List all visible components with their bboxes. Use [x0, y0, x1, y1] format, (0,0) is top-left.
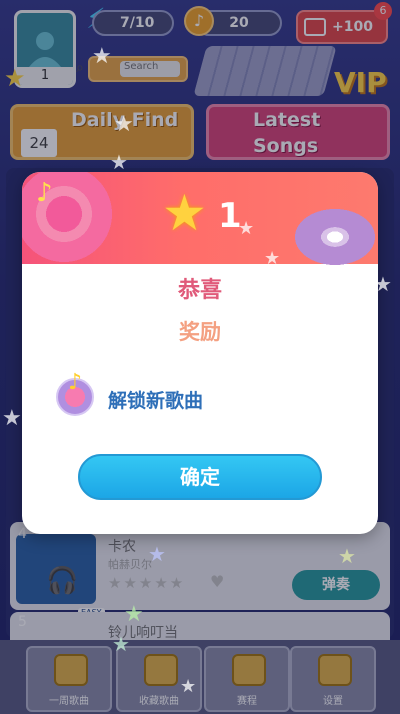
sparkle-icon: ★	[374, 272, 392, 296]
sparkle-icon: ★	[110, 150, 128, 174]
congrats-title: 恭喜	[177, 278, 222, 303]
star-icon: ★	[162, 184, 207, 242]
sparkle-icon: ★	[112, 632, 130, 656]
sparkle-icon: ★	[264, 248, 281, 269]
confirm-button[interactable]: 确定	[78, 454, 322, 500]
dialog-header: ♪ ★ 1	[22, 172, 378, 268]
sparkle-icon: ★	[148, 542, 166, 566]
reward-item-label: 解锁新歌曲	[108, 390, 204, 412]
sparkle-icon: ★	[2, 406, 22, 431]
sparkle-icon: ★	[124, 602, 144, 627]
sparkle-icon: ★	[92, 44, 112, 69]
music-note-icon: ♪	[68, 370, 83, 395]
reward-title: 奖励	[179, 320, 221, 344]
disc-decoration	[292, 206, 378, 268]
sparkle-icon: ★	[180, 676, 197, 697]
sparkle-icon: ★	[238, 218, 255, 239]
sparkle-icon: ★	[114, 112, 134, 137]
reward-dialog: ♪ ★ 1 恭喜 奖励 ♪ 解锁新歌曲 确定	[22, 172, 378, 534]
sparkle-icon: ★	[338, 544, 356, 568]
music-note-icon: ♪	[36, 178, 53, 208]
